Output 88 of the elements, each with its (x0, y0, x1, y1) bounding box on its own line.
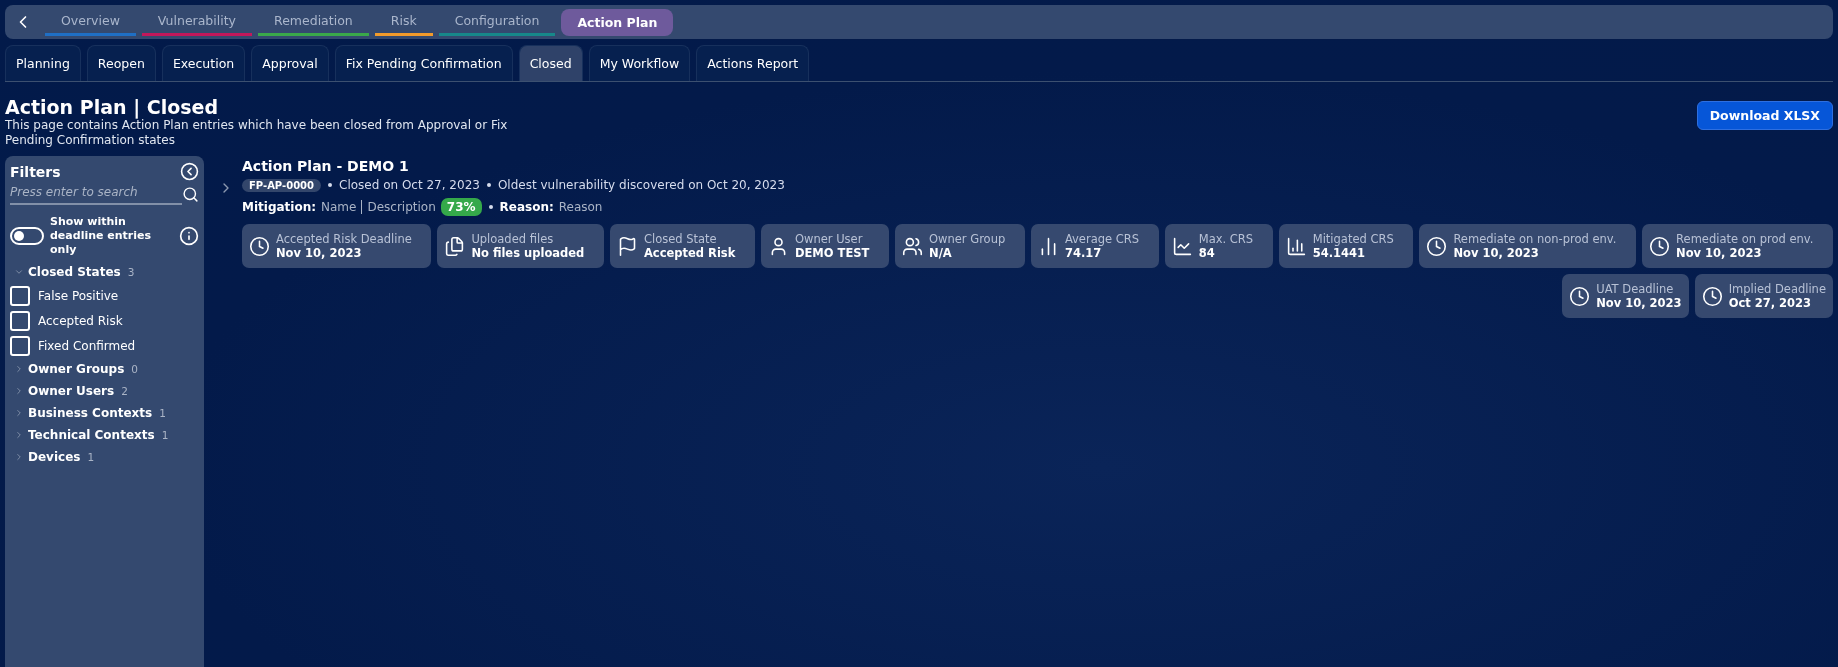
card-label: Accepted Risk Deadline (276, 232, 412, 246)
card-label: Max. CRS (1198, 232, 1254, 246)
clock-icon (249, 235, 270, 257)
card-value: Nov 10, 2023 (1596, 296, 1682, 310)
card-label: UAT Deadline (1596, 282, 1675, 296)
nav-tab[interactable]: Remediation (258, 8, 369, 36)
filter-option[interactable]: Fixed Confirmed (10, 333, 199, 358)
card-label: Closed State (643, 232, 718, 246)
entry-title: Action Plan - DEMO 1 (242, 158, 410, 174)
card-label: Average CRS (1064, 232, 1140, 246)
chevron-down-icon (14, 267, 24, 277)
chevron-right-icon (14, 408, 24, 418)
toggle-label: Show within deadline entries only (50, 215, 153, 257)
card-value: Oct 27, 2023 (1728, 296, 1813, 310)
filter-option[interactable]: Accepted Risk (10, 308, 199, 333)
card-value: 74.17 (1064, 246, 1103, 260)
page-description: This page contains Action Plan entries which have been closed from Approval or Fix Pending Confirmation states (5, 118, 509, 148)
reason-label: Reason: (499, 200, 554, 214)
filter-group[interactable]: Owner Users 2 (10, 380, 199, 402)
filter-group[interactable]: Technical Contexts 1 (10, 424, 199, 446)
card-value: Nov 10, 2023 (1453, 246, 1540, 260)
chevron-right-icon (14, 452, 24, 462)
card-label: Remediate on prod env. (1676, 232, 1814, 246)
collapse-icon[interactable] (180, 162, 199, 181)
mitigation-name: Name (321, 200, 357, 214)
sub-tab[interactable]: Closed (518, 45, 583, 81)
separator-dot (488, 205, 493, 209)
checkbox[interactable] (10, 285, 30, 306)
users-icon (902, 235, 924, 257)
card-value: N/A (929, 246, 953, 260)
percent-badge: 73% (440, 198, 482, 216)
card-value: Nov 10, 2023 (276, 246, 363, 260)
filter-group[interactable]: Closed States 3 (10, 261, 199, 283)
chevron-right-icon (14, 386, 24, 396)
card-value: DEMO TEST (794, 246, 870, 260)
nav-tab[interactable]: Overview (45, 8, 136, 36)
search-field[interactable]: Press enter to search (10, 183, 182, 205)
card-value: 84 (1198, 246, 1216, 260)
sub-tab[interactable]: My Workflow (588, 45, 691, 81)
info-icon[interactable] (179, 226, 199, 246)
card-label: Mitigated CRS (1312, 232, 1394, 246)
reason-value: Reason (558, 200, 603, 214)
chevron-right-icon (14, 364, 24, 374)
mitigation-label: Mitigation: (242, 200, 317, 214)
filters-title: Filters (10, 163, 61, 180)
entry-id: FP-AP-0000 (242, 178, 321, 192)
nav-tab[interactable]: Vulnerability (141, 8, 253, 36)
filter-group[interactable]: Owner Groups 0 (10, 358, 199, 380)
checkbox[interactable] (10, 335, 30, 356)
files-icon (444, 235, 466, 257)
card-label: Uploaded files (471, 232, 555, 246)
sub-tab[interactable]: Actions Report (696, 45, 810, 81)
clock-icon (1701, 285, 1723, 307)
clock-icon (1649, 235, 1671, 257)
page-title: Action Plan | Closed (5, 96, 220, 118)
closed-date: Closed on Oct 27, 2023 (339, 178, 480, 192)
sub-tab[interactable]: Approval (251, 45, 329, 81)
card-value: 54.1441 (1312, 246, 1367, 260)
card-value: Nov 10, 2023 (1676, 246, 1763, 260)
separator-dot (486, 183, 491, 187)
bar-chart-icon (1285, 235, 1307, 257)
filter-group[interactable]: Devices 1 (10, 446, 199, 468)
chevron-right-icon (14, 430, 24, 440)
nav-tab[interactable]: Risk (374, 8, 433, 36)
card-value: No files uploaded (471, 246, 585, 260)
search-icon[interactable] (182, 185, 199, 203)
sub-tab[interactable]: Planning (5, 45, 81, 81)
clock-icon (1426, 235, 1448, 257)
sub-tab[interactable]: Fix Pending Confirmation (334, 45, 513, 81)
nav-tab[interactable]: Action Plan (561, 8, 674, 36)
oldest-vulnerability: Oldest vulnerability discovered on Oct 20, 2023 (497, 178, 785, 192)
toggle-switch[interactable] (10, 227, 44, 245)
nav-tab[interactable]: Configuration (438, 8, 556, 36)
card-label: Remediate on non-prod env. (1453, 232, 1617, 246)
card-value: Accepted Risk (643, 246, 736, 260)
separator-dot (328, 183, 332, 187)
sub-tab[interactable]: Execution (161, 45, 246, 81)
card-label: Implied Deadline (1728, 282, 1826, 296)
clock-icon (1569, 285, 1591, 307)
mitigation-description: Description (367, 200, 436, 214)
card-label: Owner User (794, 232, 864, 246)
checkbox[interactable] (10, 310, 30, 331)
card-label: Owner Group (929, 232, 1006, 246)
filter-option[interactable]: False Positive (10, 283, 199, 308)
download-button[interactable]: Download XLSX (1696, 101, 1833, 130)
line-chart-icon (1171, 235, 1193, 257)
filter-group[interactable]: Business Contexts 1 (10, 402, 199, 424)
sub-tab[interactable]: Reopen (86, 45, 156, 81)
